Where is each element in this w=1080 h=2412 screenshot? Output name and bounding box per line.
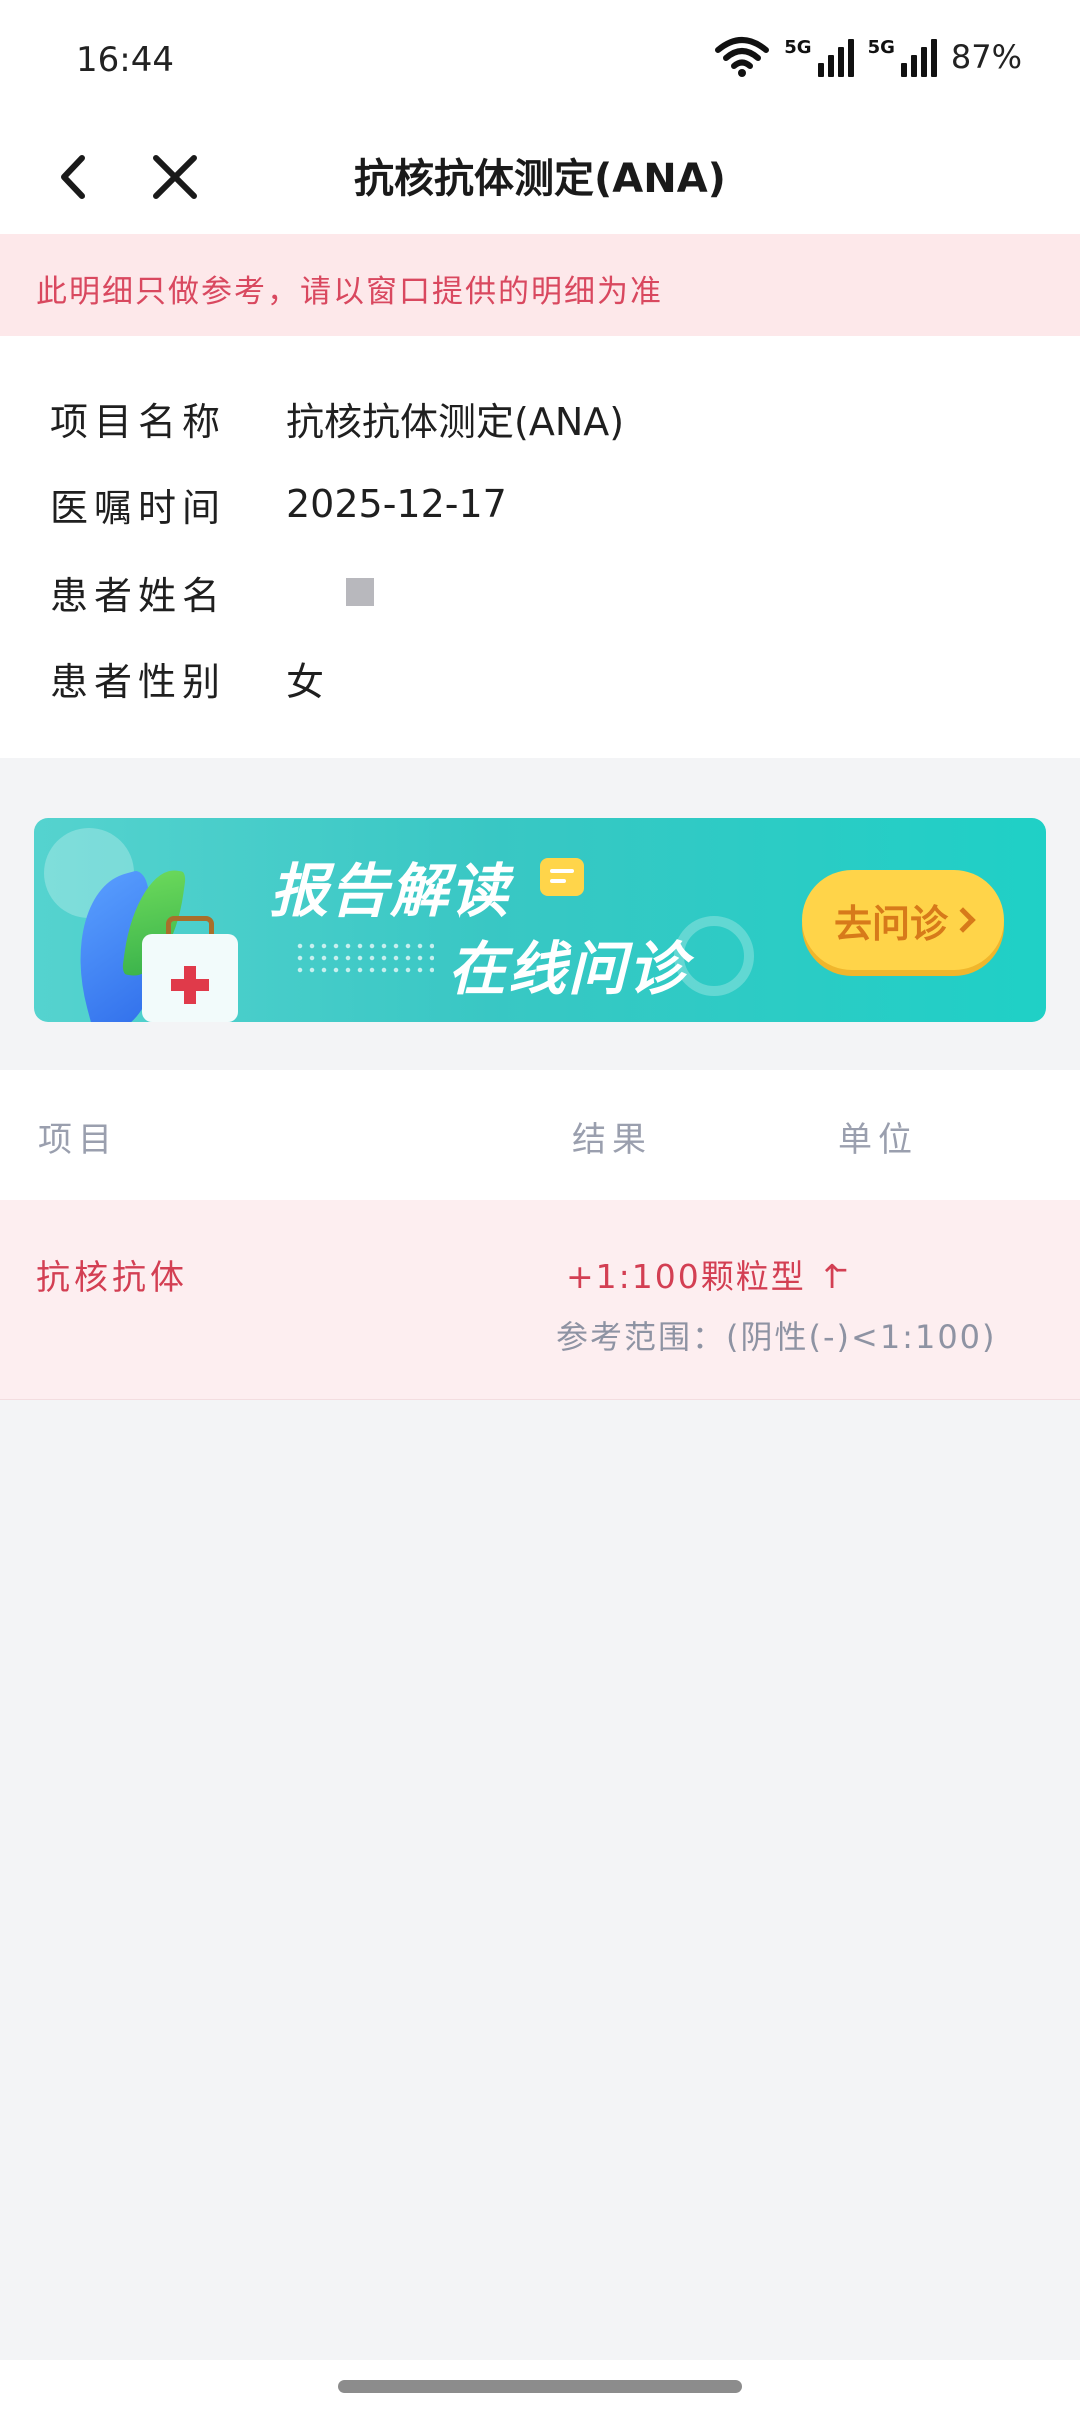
consult-button-label: 去问诊: [833, 901, 948, 946]
column-header-item: 项目: [38, 1120, 118, 1160]
results-table-header: 项目 结果 单位: [0, 1070, 1080, 1200]
info-row-item-name: 项目名称 抗核抗体测定(ANA): [50, 388, 624, 448]
table-row[interactable]: 抗核抗体 +1:100颗粒型 ↑ - 参考范围：(阴性(-)<1:100): [0, 1200, 1080, 1400]
info-label: 患者性别: [50, 659, 227, 704]
network-type-label: 5G: [867, 37, 895, 58]
info-row-order-time: 医嘱时间 2025-12-17: [50, 474, 507, 534]
page-title: 抗核抗体测定(ANA): [354, 156, 726, 202]
online-consult-banner[interactable]: 报告解读 在线问诊 去问诊: [34, 818, 1046, 1022]
info-row-patient-gender: 患者性别 女: [50, 648, 324, 708]
home-indicator[interactable]: [338, 2380, 742, 2393]
info-label: 医嘱时间: [50, 485, 227, 530]
info-value: 2025-12-17: [286, 482, 507, 526]
info-value: 抗核抗体测定(ANA): [286, 399, 625, 444]
nav-bar: 抗核抗体测定(ANA): [0, 120, 1080, 234]
network-type-label: 5G: [784, 37, 812, 58]
redacted-name-block: [346, 578, 374, 606]
consult-button[interactable]: 去问诊: [802, 870, 1004, 970]
report-info-card: 项目名称 抗核抗体测定(ANA) 医嘱时间 2025-12-17 患者姓名 患者…: [0, 336, 1080, 758]
result-unit: -: [836, 1248, 848, 1287]
signal-icon-sim1: 5G: [784, 37, 854, 77]
info-label: 患者姓名: [50, 573, 227, 618]
signal-icon-sim2: 5G: [868, 37, 937, 77]
banner-title-report: 报告解读: [270, 857, 511, 925]
result-item-name: 抗核抗体: [36, 1258, 188, 1298]
chevron-right-icon: [950, 907, 976, 933]
gesture-bar: [0, 2360, 1080, 2412]
medical-cross-icon: [171, 979, 209, 991]
status-time: 16:44: [76, 40, 174, 80]
info-label: 项目名称: [50, 399, 227, 444]
dot-pattern: [294, 940, 434, 974]
reference-range: 参考范围：(阴性(-)<1:100): [556, 1318, 997, 1356]
wifi-icon: [715, 37, 770, 77]
info-value: 女: [286, 659, 325, 704]
disclaimer-text: 此明细只做参考，请以窗口提供的明细为准: [36, 274, 663, 310]
banner-title-consult: 在线问诊: [448, 935, 689, 1003]
result-value: +1:100颗粒型 ↑: [566, 1257, 848, 1296]
status-icons: 5G 5G 87%: [714, 36, 1022, 78]
disclaimer-notice: 此明细只做参考，请以窗口提供的明细为准: [0, 234, 1080, 336]
battery-level: 87%: [950, 38, 1022, 76]
page: 16:44 5G 5G 87% 抗核抗体测定(ANA) 此明细只做参考，请以窗口…: [0, 0, 1080, 2412]
column-header-result: 结果: [572, 1120, 652, 1160]
info-row-patient-name: 患者姓名: [50, 562, 374, 622]
status-bar: 16:44 5G 5G 87%: [0, 0, 1080, 120]
chat-bubble-icon: [540, 858, 584, 896]
column-header-unit: 单位: [838, 1120, 918, 1160]
